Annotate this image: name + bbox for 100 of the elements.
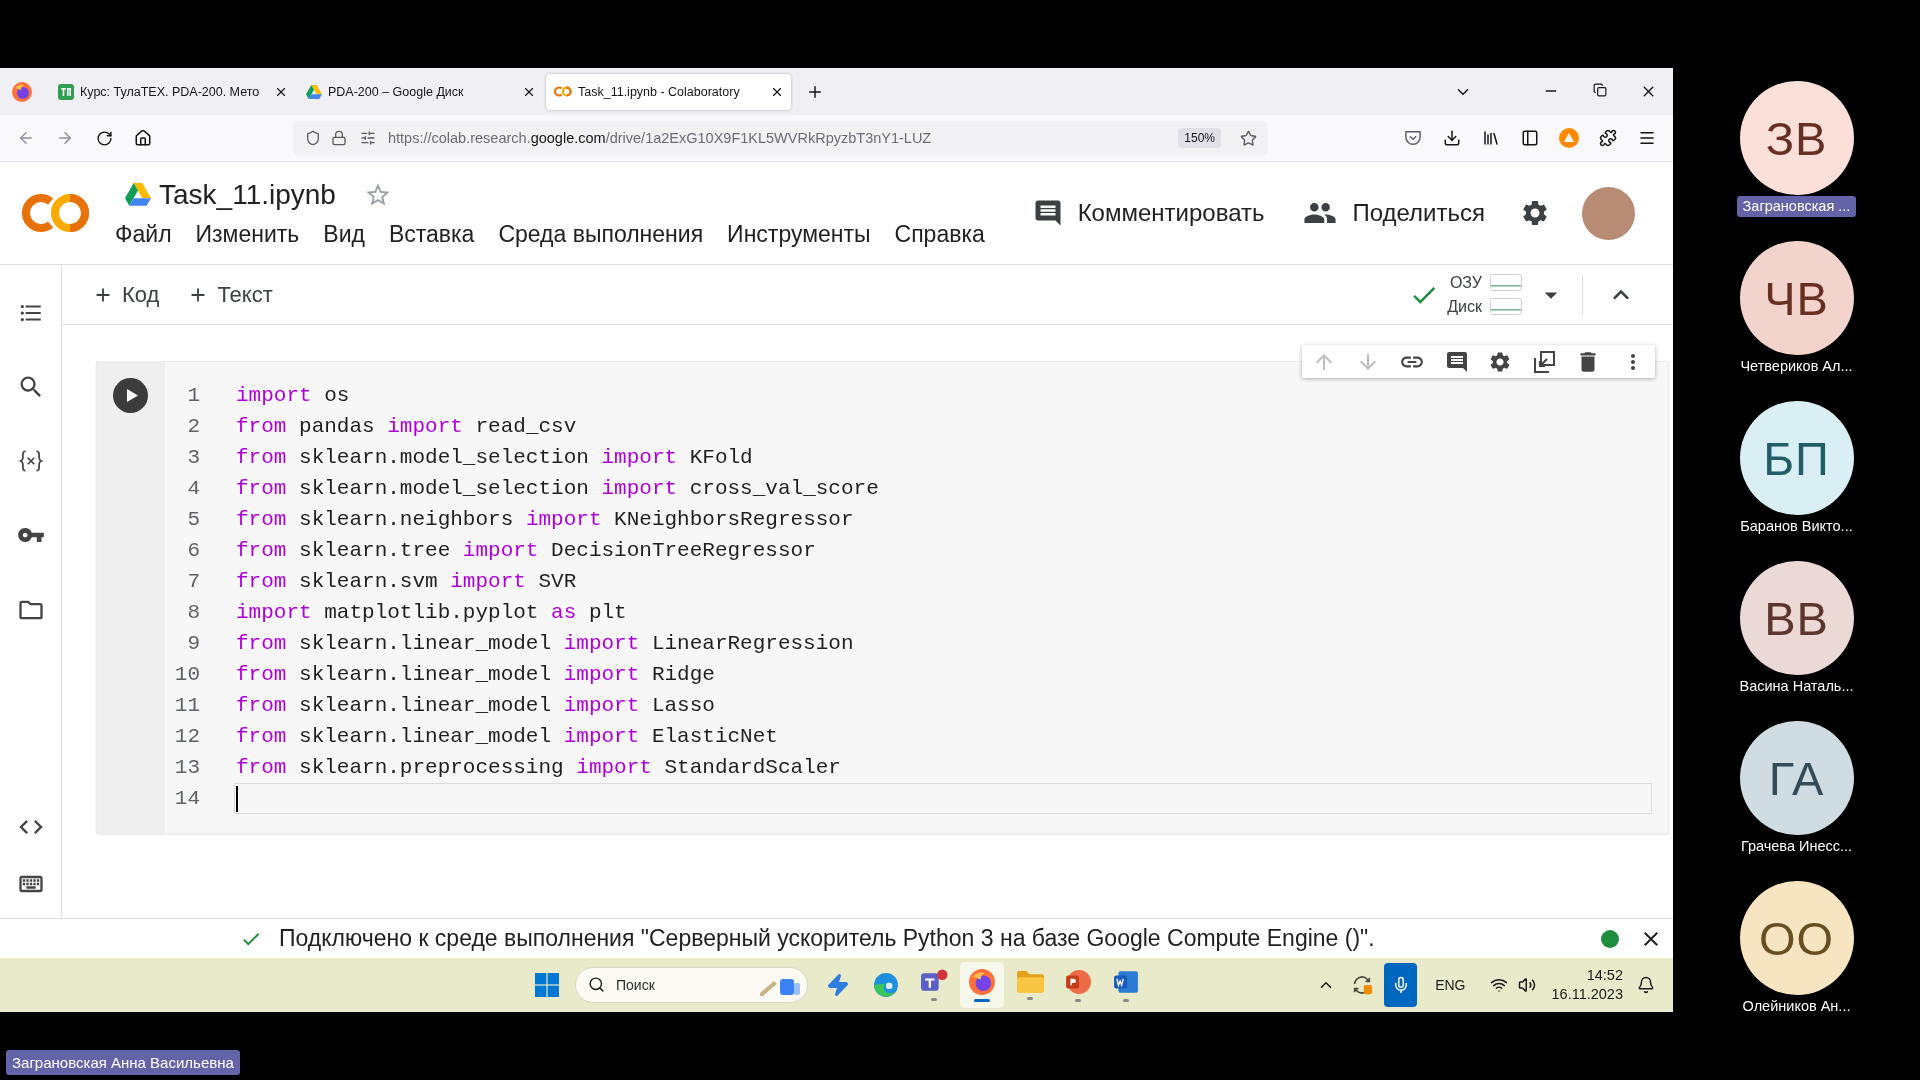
line-number: 11 [173, 694, 200, 717]
share-button[interactable]: Поделиться [1303, 196, 1485, 230]
pocket-icon[interactable] [1404, 130, 1422, 146]
favicon-icon [58, 83, 74, 100]
volume-icon[interactable] [1517, 976, 1536, 994]
add-cell-button[interactable]: Код [90, 277, 162, 312]
favicon-icon [554, 85, 572, 98]
code-line[interactable]: from sklearn.linear_model import ElasticNet [234, 721, 1652, 752]
code-line[interactable]: import matplotlib.pyplot as plt [234, 597, 1652, 628]
language-indicator[interactable]: ENG [1435, 977, 1466, 993]
bookmark-star-icon[interactable] [1240, 129, 1257, 147]
line-number: 2 [186, 415, 200, 438]
code-line[interactable]: from sklearn.preprocessing import StandardScaler [234, 752, 1652, 783]
folder-icon [1016, 970, 1044, 993]
start-menu-icon[interactable] [535, 973, 559, 997]
taskbar-button[interactable] [960, 962, 1004, 1008]
participant-avatar: ОО [1739, 881, 1854, 995]
menu-item[interactable]: Среда выполнения [498, 220, 704, 248]
restore-icon[interactable] [1592, 83, 1607, 97]
home-icon[interactable] [134, 129, 152, 147]
resource-label: Диск [1447, 297, 1482, 316]
browser-tab[interactable]: PDA-200 – Google Диск [298, 73, 543, 110]
code-line[interactable]: from pandas import read_csv [234, 411, 1652, 442]
clock-time[interactable]: 14:52 [1586, 966, 1623, 985]
line-number: 13 [173, 756, 200, 779]
notebook-title[interactable]: Task_11.ipynb [159, 178, 336, 211]
resource-label: ОЗУ [1449, 273, 1482, 292]
line-number: 9 [186, 632, 200, 655]
search-field[interactable]: Поиск [575, 967, 808, 1003]
back-icon[interactable] [17, 129, 35, 147]
menu-item[interactable]: Вставка [388, 220, 475, 248]
browser-tab[interactable]: Task_11.ipynb - Colaboratory [546, 73, 791, 110]
line-number: 4 [186, 477, 200, 500]
menu-item[interactable]: Инструменты [727, 220, 871, 248]
reload-icon[interactable] [95, 129, 113, 147]
url-text: https://colab.research.google.com/drive/1a2ExG10X9F1KL5WVRkRpyzbT3nY1-LUZ [388, 130, 932, 146]
menu-item[interactable]: Файл [115, 220, 172, 248]
status-message: Подключено к среде выполнения "Серверный ускоритель Python 3 на базе Google Compute Engine ()". [279, 925, 1375, 952]
address-field[interactable]: https://colab.research.google.com/drive/1a2ExG10X9F1KL5WVRkRpyzbT3nY1-LUZ 150% [293, 121, 1268, 155]
forward-icon[interactable] [56, 129, 74, 147]
variables-icon[interactable] [17, 448, 44, 474]
library-icon[interactable] [1482, 129, 1500, 147]
participant-name: Баранов Викто... [1739, 517, 1854, 536]
user-avatar[interactable] [1582, 186, 1635, 240]
zoom-level-badge[interactable]: 150% [1178, 128, 1221, 148]
code-line[interactable]: from sklearn.model_selection import cross_val_score [234, 473, 1652, 504]
browser-icon [873, 972, 899, 998]
code-line[interactable]: from sklearn.linear_model import Lasso [234, 690, 1652, 721]
code-line[interactable]: from sklearn.linear_model import LinearRegression [234, 628, 1652, 659]
sync-icon[interactable] [1351, 974, 1374, 996]
settings-icon[interactable] [1520, 198, 1550, 228]
shield-icon[interactable] [305, 130, 321, 146]
participant-avatar: ЧВ [1739, 241, 1854, 355]
usage-meter-icon [1490, 274, 1522, 291]
chat-app-icon [920, 969, 948, 994]
menu-item[interactable]: Изменить [195, 220, 300, 248]
presentation-app-icon [1065, 968, 1091, 995]
code-line[interactable]: from sklearn.neighbors import KNeighborsRegressor [234, 504, 1652, 535]
participant-name: Олейников Ан... [1741, 997, 1852, 1016]
participant-avatar: БП [1739, 401, 1854, 515]
usage-meter-icon [1490, 298, 1522, 315]
comment-button[interactable]: Комментировать [1032, 198, 1265, 228]
clock-date[interactable]: 16.11.2023 [1551, 985, 1623, 1004]
bell-icon[interactable] [1637, 976, 1655, 994]
code-line[interactable]: from sklearn.linear_model import Ridge [234, 659, 1652, 690]
triangle-logo-icon[interactable] [125, 183, 151, 206]
participant-name: Четвериков Ал... [1739, 357, 1854, 376]
line-number: 10 [173, 663, 200, 686]
participant-avatar: ЗВ [1739, 81, 1854, 195]
microphone-icon[interactable] [1384, 963, 1418, 1007]
permissions-icon[interactable] [360, 130, 376, 146]
status-dot-icon [1601, 929, 1619, 948]
browser-icon [969, 968, 995, 995]
text-cursor [236, 785, 238, 812]
wifi-icon[interactable] [1489, 976, 1508, 994]
document-app-icon [1113, 968, 1139, 995]
code-line[interactable]: from sklearn.model_selection import KFold [234, 442, 1652, 473]
lock-icon[interactable] [331, 130, 347, 146]
participant-name: Заграновская ... [1736, 196, 1857, 217]
participant-avatar: ГА [1739, 721, 1854, 835]
code-line[interactable]: from sklearn.svm import SVR [234, 566, 1652, 597]
app-logo-icon[interactable] [22, 192, 90, 234]
menu-item[interactable]: Вид [323, 220, 365, 248]
code-line[interactable]: from sklearn.tree import DecisionTreeRegressor [234, 535, 1652, 566]
presenter-name-label: Заграновская Анна Васильевна [6, 1050, 240, 1075]
extensions-icon[interactable] [1599, 129, 1617, 147]
menu-icon[interactable] [1638, 129, 1656, 147]
square-arrow-icon[interactable] [1531, 349, 1556, 374]
menu-item[interactable]: Справка [894, 220, 985, 248]
comment-icon[interactable] [1444, 349, 1469, 374]
browser-tab[interactable]: Курс: ТулаТЕХ. PDA-200. Мето [50, 73, 295, 110]
code-line[interactable]: import os [234, 380, 1652, 411]
line-number: 8 [186, 601, 200, 624]
add-cell-button[interactable]: Текст [185, 277, 275, 312]
participant-avatar: ВВ [1739, 561, 1854, 675]
search-icon [588, 976, 605, 993]
run-button[interactable] [113, 378, 148, 413]
download-icon[interactable] [1443, 129, 1461, 147]
sidebar-icon[interactable] [1521, 129, 1539, 147]
line-number: 1 [186, 384, 200, 407]
